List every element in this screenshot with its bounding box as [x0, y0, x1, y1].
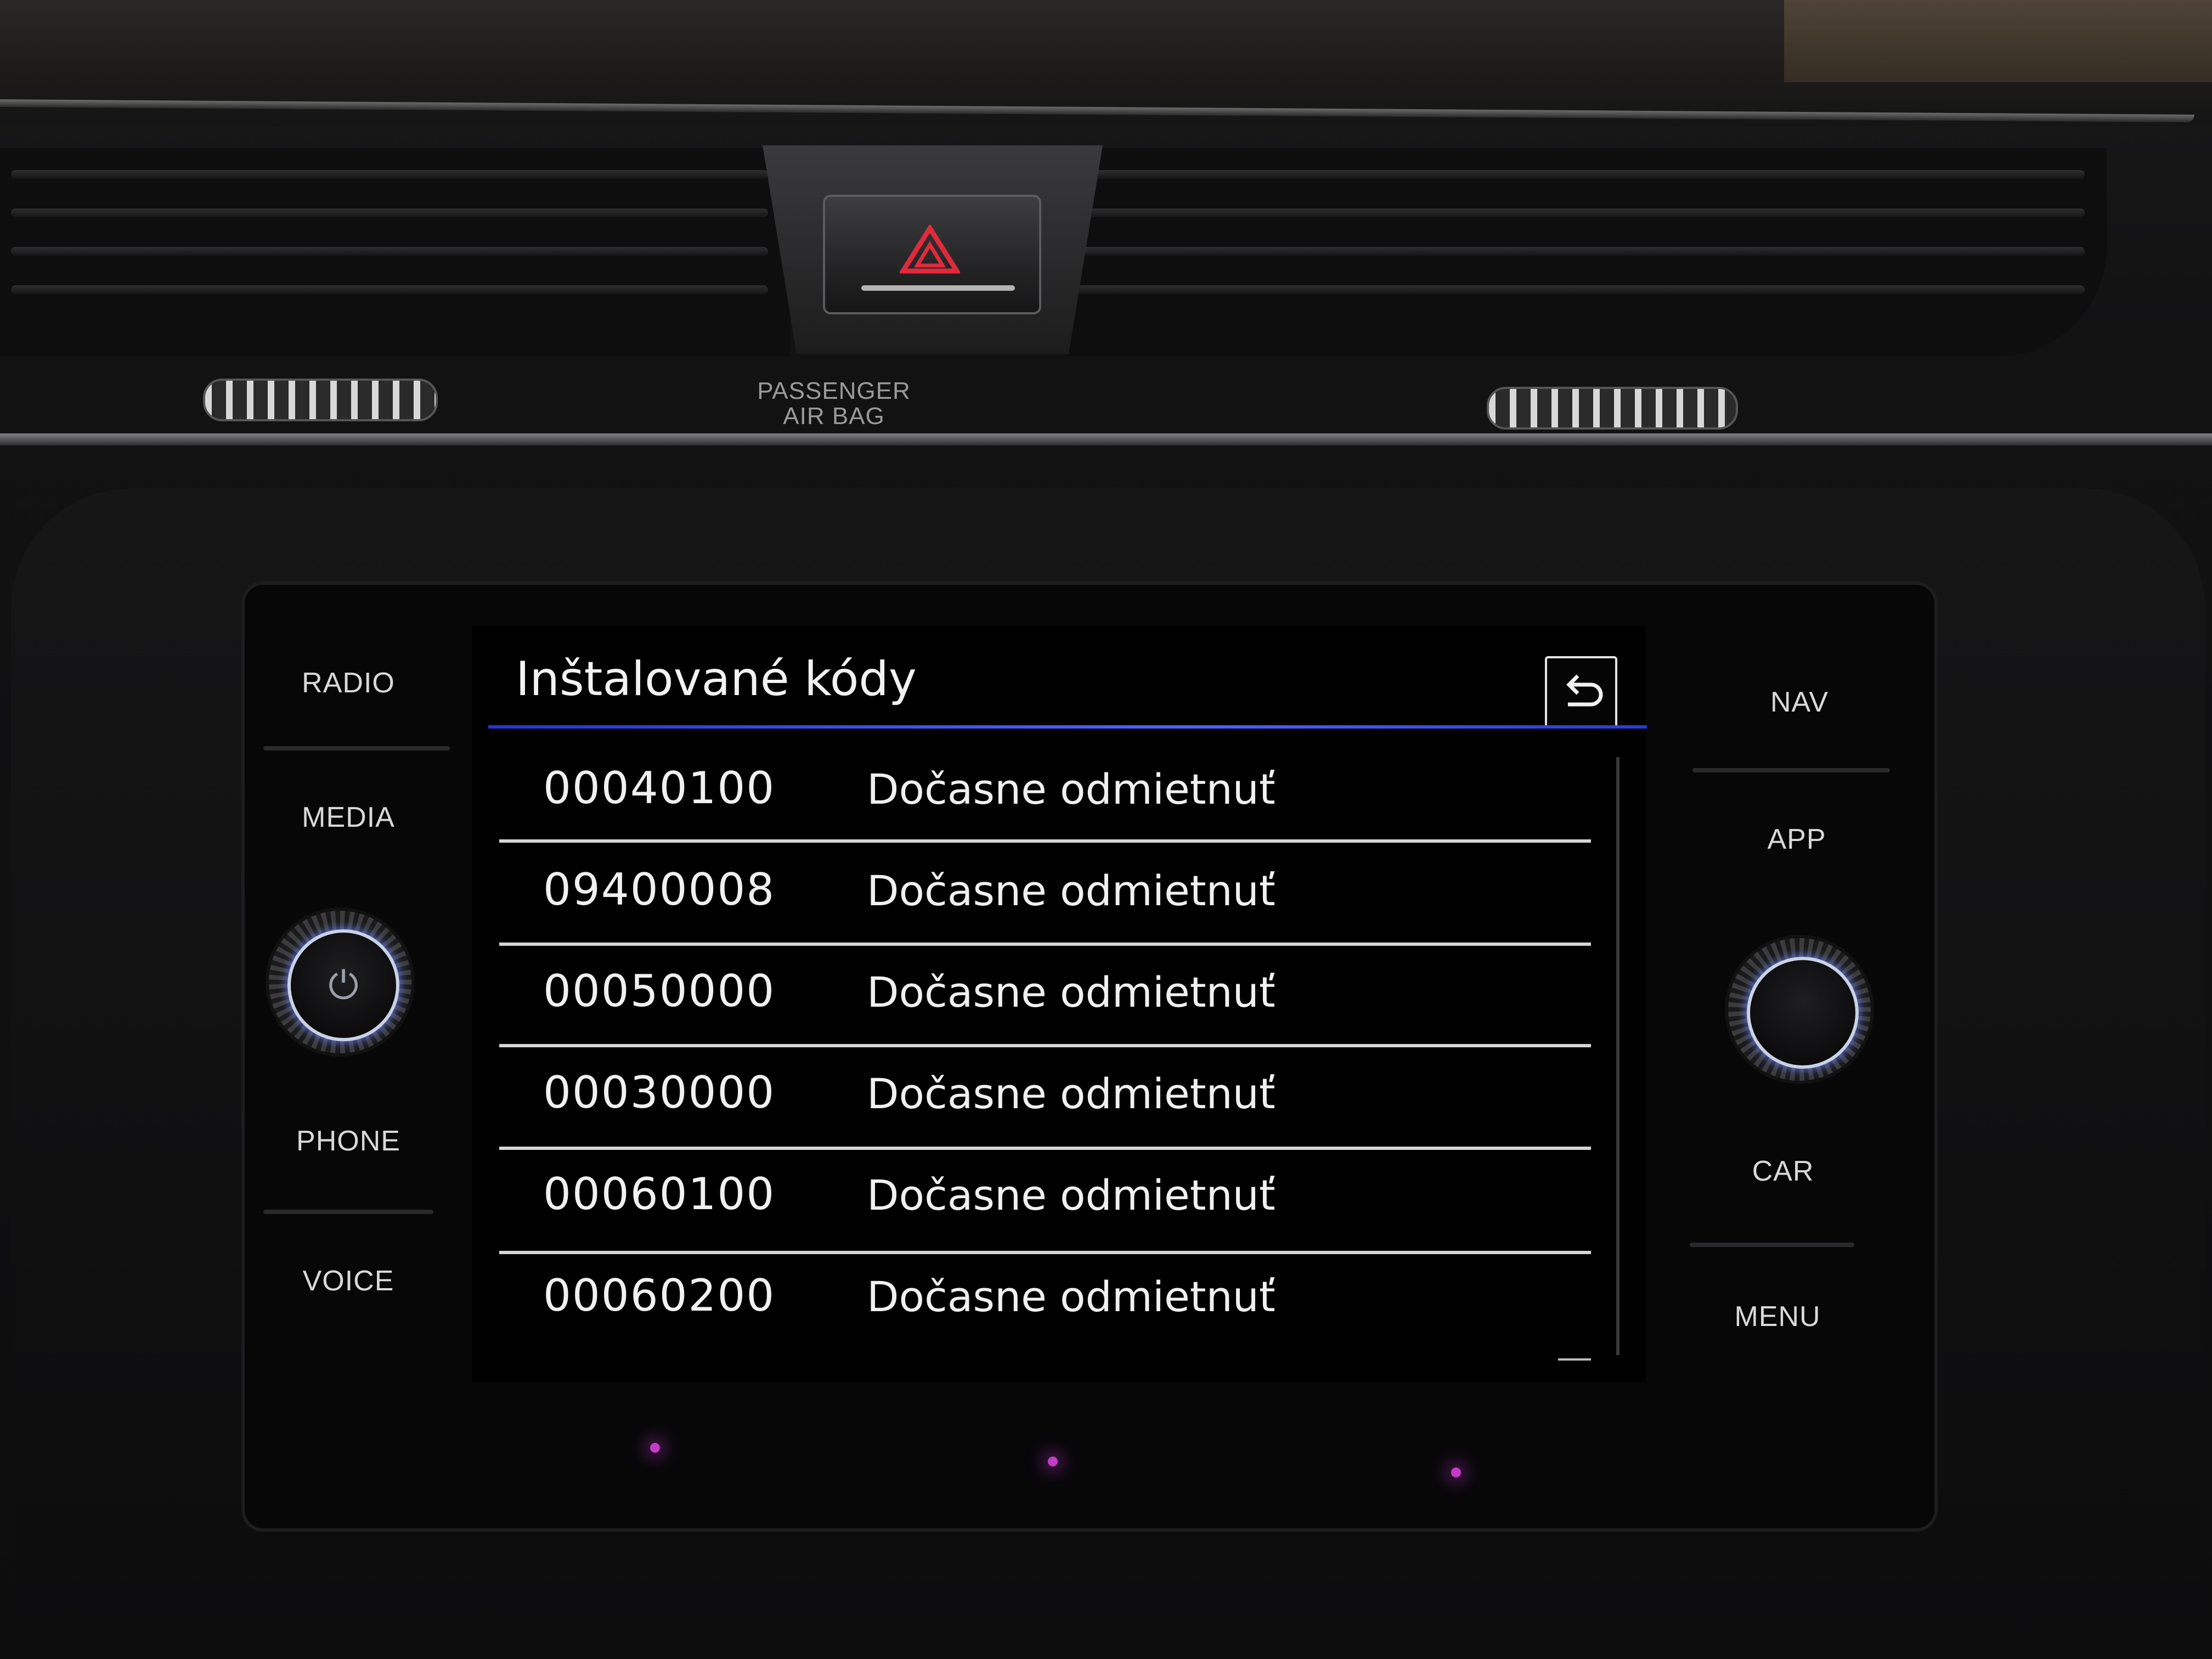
right-air-vent: [1064, 148, 2107, 357]
installed-code: 00060100: [543, 1169, 776, 1220]
volume-knob[interactable]: ⏻: [269, 911, 411, 1053]
nav-button[interactable]: NAV: [1728, 686, 1871, 719]
scrollbar[interactable]: [1616, 757, 1620, 1355]
hardkey-divider: [263, 1210, 433, 1214]
radio-button[interactable]: RADIO: [277, 667, 420, 699]
background-shelf: [1784, 0, 2212, 82]
page-title: Inštalované kódy: [516, 652, 917, 707]
airbag-label-line2: AIR BAG: [783, 403, 885, 430]
ambient-light: [1451, 1468, 1461, 1477]
chrome-strip: [0, 433, 2212, 445]
phone-button[interactable]: PHONE: [277, 1125, 420, 1158]
car-button[interactable]: CAR: [1712, 1155, 1854, 1188]
right-vent-adjuster[interactable]: [1487, 387, 1738, 430]
list-item[interactable]: 09400008 Dočasne odmietnuť: [499, 842, 1591, 942]
back-button[interactable]: [1545, 656, 1617, 729]
media-button[interactable]: MEDIA: [277, 801, 420, 834]
installed-code: 00060200: [543, 1270, 776, 1321]
installed-code: 09400008: [543, 864, 776, 915]
menu-button[interactable]: MENU: [1706, 1300, 1849, 1333]
hardkey-divider: [263, 746, 450, 751]
code-status: Dočasne odmietnuť: [867, 1171, 1276, 1220]
voice-button[interactable]: VOICE: [277, 1265, 420, 1297]
hardkey-divider: [1690, 1243, 1854, 1247]
left-vent-adjuster[interactable]: [203, 379, 438, 421]
list-item[interactable]: 00030000 Dočasne odmietnuť: [499, 1045, 1591, 1145]
code-status: Dočasne odmietnuť: [867, 866, 1276, 915]
title-underline: [488, 725, 1647, 729]
ambient-light: [1048, 1457, 1058, 1466]
list-item[interactable]: 00060100 Dočasne odmietnuť: [499, 1147, 1591, 1246]
power-icon: ⏻: [328, 963, 359, 1008]
airbag-label-line1: PASSENGER: [757, 377, 911, 404]
ambient-light: [650, 1443, 660, 1453]
code-status: Dočasne odmietnuť: [867, 968, 1276, 1017]
passenger-airbag-label: PASSENGER AIR BAG: [735, 379, 933, 429]
installed-code: 00030000: [543, 1067, 776, 1118]
hardkey-divider: [1692, 768, 1890, 772]
list-item[interactable]: 00040100 Dočasne odmietnuť: [499, 741, 1591, 840]
rotary-knob-icon: [1750, 960, 1855, 1065]
app-button[interactable]: APP: [1725, 823, 1868, 856]
left-air-vent: [0, 148, 790, 357]
code-status: Dočasne odmietnuť: [867, 1069, 1276, 1118]
list-item[interactable]: 00060200 Dočasne odmietnuť: [499, 1248, 1591, 1348]
list-item[interactable]: 00050000 Dočasne odmietnuť: [499, 944, 1591, 1043]
hazard-triangle-icon: [900, 225, 960, 274]
back-arrow-icon: [1566, 674, 1603, 707]
code-status: Dočasne odmietnuť: [867, 1272, 1276, 1321]
installed-code: 00040100: [543, 763, 776, 814]
code-status: Dočasne odmietnuť: [867, 765, 1276, 814]
installed-code: 00050000: [543, 966, 776, 1017]
scroll-end-marker: [1558, 1358, 1591, 1361]
car-dashboard-photo: PASSENGER AIR BAG RADIO MEDIA ⏻ PHONE VO…: [0, 0, 2212, 1659]
hazard-button-highlight: [861, 285, 1015, 291]
tuning-knob[interactable]: [1728, 938, 1871, 1081]
